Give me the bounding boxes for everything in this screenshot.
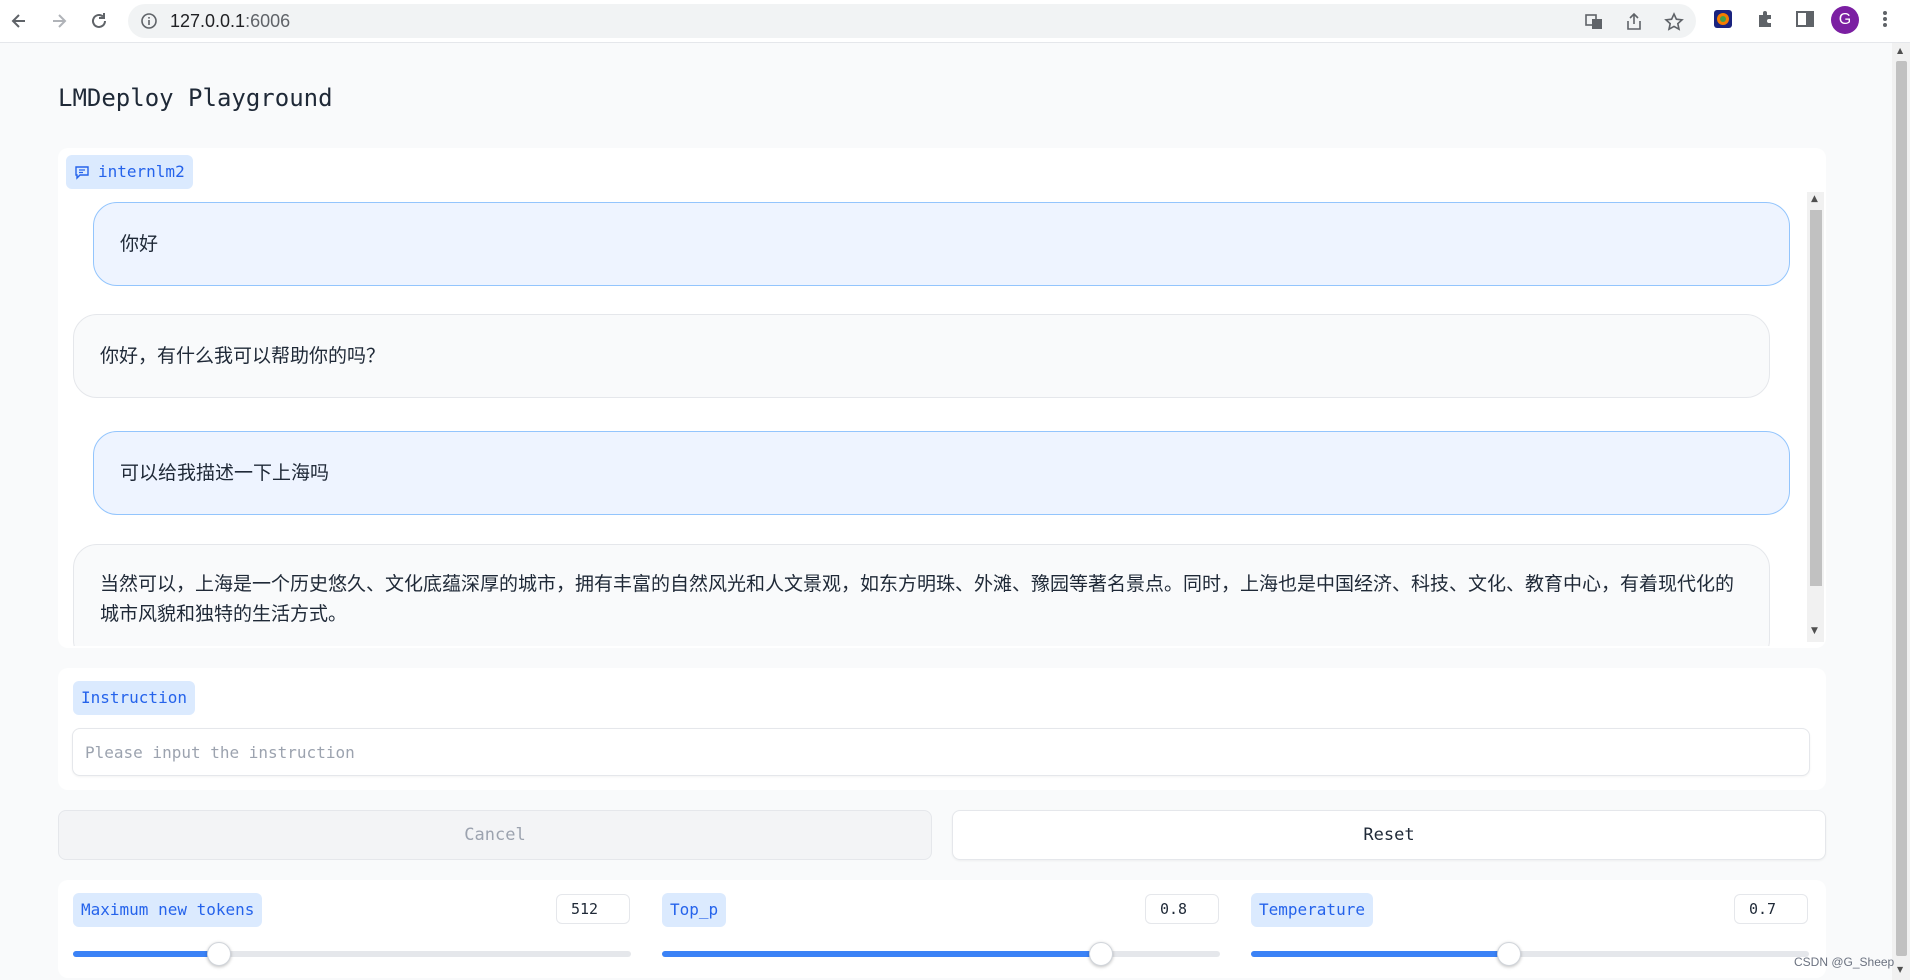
slider-fill xyxy=(73,951,219,957)
chat-history[interactable]: 你好 你好，有什么我可以帮助你的吗？ 可以给我描述一下上海吗 当然可以，上海是一… xyxy=(58,196,1826,646)
temperature-slider-group: Temperature 0.7 xyxy=(1236,880,1809,978)
browser-toolbar: 127.0.0.1:6006 G xyxy=(0,0,1910,43)
max-tokens-label: Maximum new tokens xyxy=(73,893,263,927)
message-text: 你好 xyxy=(120,233,159,255)
chat-scroll-thumb[interactable] xyxy=(1810,210,1822,586)
watermark: CSDN @G_Sheep xyxy=(1794,955,1895,969)
generation-params-panel: Maximum new tokens 512 Top_p 0.8 Tempera… xyxy=(58,880,1826,978)
cancel-button[interactable]: Cancel xyxy=(58,810,932,860)
message-text: 你好，有什么我可以帮助你的吗？ xyxy=(100,345,386,367)
temperature-number-input[interactable]: 0.7 xyxy=(1734,894,1808,924)
scroll-up-icon[interactable]: ▲ xyxy=(1897,46,1903,55)
slider-handle[interactable] xyxy=(1089,942,1114,966)
chatbot-panel: internlm2 你好 你好，有什么我可以帮助你的吗？ 可以给我描述一下上海吗… xyxy=(58,148,1826,648)
chat-scroll-up-icon[interactable]: ▲ xyxy=(1811,194,1818,204)
site-info-icon[interactable] xyxy=(140,12,158,30)
temperature-label: Temperature xyxy=(1251,893,1373,927)
page-scroll-thumb[interactable] xyxy=(1896,61,1907,956)
max-tokens-slider-group: Maximum new tokens 512 xyxy=(58,880,631,978)
chat-scrollbar[interactable]: ▲ ▼ xyxy=(1807,192,1824,642)
back-icon[interactable] xyxy=(2,4,36,38)
slider-handle[interactable] xyxy=(1496,942,1521,966)
bookmark-star-icon[interactable] xyxy=(1663,11,1685,33)
assistant-message: 你好，有什么我可以帮助你的吗？ xyxy=(73,314,1770,398)
max-tokens-slider[interactable] xyxy=(73,942,631,966)
chat-scroll-down-icon[interactable]: ▼ xyxy=(1811,626,1818,636)
url-host: 127.0.0.1 xyxy=(170,11,246,31)
share-icon[interactable] xyxy=(1623,11,1645,33)
user-message: 你好 xyxy=(93,202,1790,286)
scroll-down-icon[interactable]: ▼ xyxy=(1897,965,1903,974)
profile-avatar[interactable]: G xyxy=(1831,6,1859,34)
url-port: :6006 xyxy=(245,11,291,31)
slider-handle[interactable] xyxy=(207,942,232,966)
message-text: 当然可以，上海是一个历史悠久、文化底蕴深厚的城市，拥有丰富的自然风光和人文景观，… xyxy=(100,573,1735,625)
chat-bubble-icon xyxy=(74,164,90,180)
extension-app-icon[interactable] xyxy=(1710,6,1736,32)
more-menu-icon[interactable] xyxy=(1872,6,1898,32)
assistant-message: 当然可以，上海是一个历史悠久、文化底蕴深厚的城市，拥有丰富的自然风光和人文景观，… xyxy=(73,544,1770,646)
chatbot-label: internlm2 xyxy=(66,155,193,189)
reload-icon[interactable] xyxy=(82,4,116,38)
instruction-input[interactable] xyxy=(72,728,1810,776)
top-p-number-input[interactable]: 0.8 xyxy=(1145,894,1219,924)
side-panel-icon[interactable] xyxy=(1792,6,1818,32)
instruction-panel: Instruction xyxy=(58,668,1826,790)
instruction-label: Instruction xyxy=(73,681,195,715)
top-p-slider[interactable] xyxy=(662,942,1220,966)
slider-fill xyxy=(662,951,1101,957)
page-title: LMDeploy Playground xyxy=(58,84,333,112)
top-p-slider-group: Top_p 0.8 xyxy=(647,880,1220,978)
translate-icon[interactable] xyxy=(1583,11,1605,33)
reset-button[interactable]: Reset xyxy=(952,810,1826,860)
model-name: internlm2 xyxy=(98,162,185,181)
temperature-slider[interactable] xyxy=(1251,942,1809,966)
page-scrollbar[interactable]: ▲ ▼ xyxy=(1892,43,1910,980)
slider-fill xyxy=(1251,951,1508,957)
url-text: 127.0.0.1:6006 xyxy=(170,11,290,32)
forward-icon[interactable] xyxy=(42,4,76,38)
max-tokens-number-input[interactable]: 512 xyxy=(556,894,630,924)
message-text: 可以给我描述一下上海吗 xyxy=(120,462,330,484)
extensions-puzzle-icon[interactable] xyxy=(1752,6,1778,32)
user-message: 可以给我描述一下上海吗 xyxy=(93,431,1790,515)
top-p-label: Top_p xyxy=(662,893,727,927)
address-bar[interactable]: 127.0.0.1:6006 xyxy=(128,4,1696,38)
